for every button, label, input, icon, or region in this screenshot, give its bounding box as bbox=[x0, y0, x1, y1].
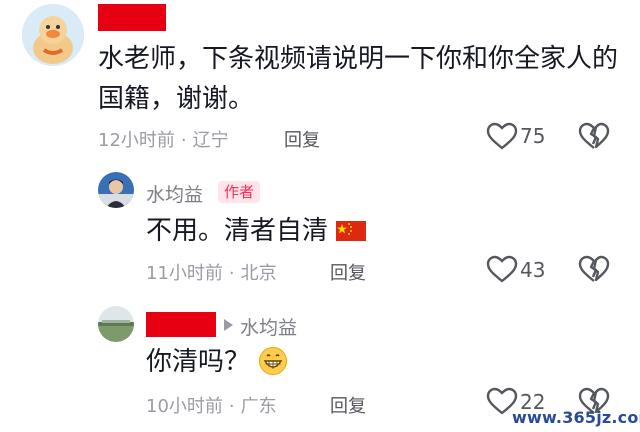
person-avatar-icon bbox=[98, 172, 134, 208]
comment-meta: 11小时前 · 北京 bbox=[146, 263, 277, 284]
reply-button[interactable]: 回复 bbox=[284, 126, 320, 152]
comment-time: 10小时前 bbox=[146, 396, 223, 417]
heart-icon bbox=[486, 255, 518, 283]
comment-time: 12小时前 bbox=[98, 130, 175, 151]
avatar[interactable] bbox=[22, 4, 84, 66]
author-badge: 作者 bbox=[218, 181, 261, 203]
redacted-username bbox=[98, 4, 166, 31]
like-button[interactable] bbox=[486, 122, 520, 152]
broken-heart-icon bbox=[578, 255, 610, 282]
dislike-button[interactable] bbox=[578, 122, 612, 152]
comment-text-line2: 国籍，谢谢。 bbox=[98, 84, 255, 114]
comment-text: 不用。清者自清 bbox=[146, 212, 367, 250]
broken-heart-icon bbox=[578, 122, 610, 149]
reply-button[interactable]: 回复 bbox=[330, 259, 366, 285]
reply-arrow-icon bbox=[222, 317, 234, 331]
china-flag-icon bbox=[336, 221, 367, 241]
comment-text-content: 不用。清者自清 bbox=[146, 216, 329, 246]
like-button[interactable] bbox=[486, 255, 520, 285]
dislike-button[interactable] bbox=[578, 255, 612, 285]
redacted-username bbox=[146, 312, 216, 337]
watermark: www.365jz.com bbox=[512, 408, 640, 427]
comment-meta: 10小时前 · 广东 bbox=[146, 396, 277, 417]
landscape-avatar-icon bbox=[98, 306, 134, 342]
comment-text: 你清吗？ bbox=[146, 343, 288, 381]
like-count: 75 bbox=[520, 124, 546, 148]
like-count: 43 bbox=[520, 258, 546, 282]
grin-emoji-icon bbox=[259, 347, 288, 375]
comment-time: 11小时前 bbox=[146, 263, 223, 284]
heart-icon bbox=[486, 122, 518, 150]
comment-text: 水老师，下条视频请说明一下你和你全家人的 bbox=[98, 44, 619, 74]
comment-meta: 12小时前 · 辽宁 bbox=[98, 130, 229, 151]
comment-location: 广东 bbox=[240, 396, 277, 417]
reply-to-name[interactable]: 水均益 bbox=[240, 313, 297, 340]
reply-button[interactable]: 回复 bbox=[330, 392, 366, 418]
comment-location: 辽宁 bbox=[192, 130, 229, 151]
avatar[interactable] bbox=[98, 172, 134, 208]
avatar[interactable] bbox=[98, 306, 134, 342]
comment-location: 北京 bbox=[240, 263, 277, 284]
author-name[interactable]: 水均益 bbox=[146, 180, 203, 207]
duck-avatar-icon bbox=[22, 4, 84, 66]
comment-text-content: 你清吗？ bbox=[146, 347, 251, 377]
